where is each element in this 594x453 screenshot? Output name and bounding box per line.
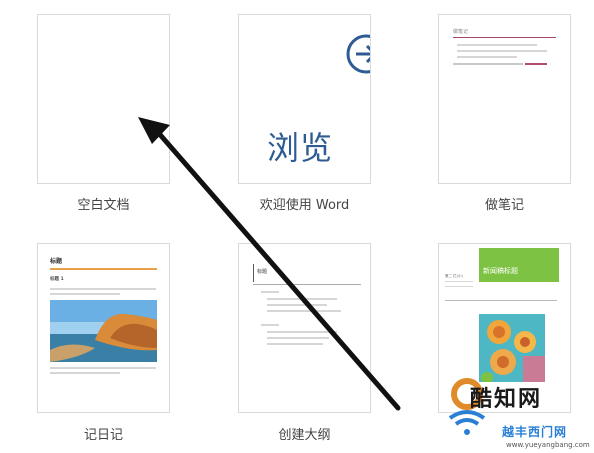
journal-preview-line — [50, 367, 156, 369]
template-welcome-word[interactable]: 浏览 — [238, 14, 371, 184]
notes-preview-line — [457, 44, 537, 46]
newsletter-preview-banner — [479, 248, 559, 282]
outline-preview-line — [267, 331, 337, 333]
outline-preview-line — [267, 337, 329, 339]
template-journal-label: 记日记 — [83, 428, 123, 443]
notes-preview-line — [457, 56, 517, 58]
outline-preview-line — [267, 343, 323, 345]
journal-preview-title: 标题 — [50, 258, 63, 265]
newsletter-preview-title: 新闻稿标题 — [483, 267, 518, 275]
template-blank-document[interactable] — [37, 14, 170, 184]
outline-preview-line — [267, 298, 337, 300]
template-take-notes-label: 做笔记 — [484, 198, 524, 213]
journal-preview-line — [50, 372, 120, 374]
newsletter-preview-rule — [445, 300, 557, 301]
journal-preview-line — [50, 293, 120, 295]
watermark-url: www.yueyangbang.com — [506, 441, 590, 449]
notes-preview-title: 做笔记 — [453, 29, 469, 35]
notes-preview-rule — [453, 37, 556, 38]
notes-preview-line — [453, 63, 523, 65]
journal-preview-photo — [50, 300, 157, 362]
outline-preview-line — [267, 304, 327, 306]
notes-preview-link — [525, 63, 547, 65]
outline-preview-bar — [253, 264, 254, 282]
watermark-text: 酷知网 — [470, 387, 543, 412]
template-journal[interactable]: 标题 标题 1 — [37, 243, 170, 413]
newsletter-preview-line — [445, 286, 473, 287]
welcome-preview-text: 浏览 — [267, 129, 334, 167]
journal-preview-line — [50, 288, 156, 290]
journal-preview-heading: 标题 1 — [50, 277, 64, 282]
template-welcome-word-label: 欢迎使用 Word — [259, 198, 350, 213]
outline-preview-line — [261, 324, 279, 326]
newsletter-preview-side: 第二 栏(小) — [445, 274, 463, 278]
outline-preview-line — [261, 291, 279, 293]
outline-preview-rule — [253, 284, 361, 285]
journal-preview-rule — [50, 268, 157, 270]
template-outline-label: 创建大纲 — [278, 428, 331, 443]
arrow-right-circle-icon — [346, 34, 370, 74]
template-blank-document-label: 空白文档 — [77, 198, 130, 213]
template-outline[interactable]: 标题 — [238, 243, 371, 413]
watermark-subtext: 越丰西门网 — [502, 425, 568, 439]
template-take-notes[interactable]: 做笔记 — [438, 14, 571, 184]
newsletter-preview-line — [445, 281, 473, 282]
notes-preview-line — [457, 50, 547, 52]
outline-preview-line — [267, 310, 341, 312]
outline-preview-title: 标题 — [257, 269, 268, 275]
